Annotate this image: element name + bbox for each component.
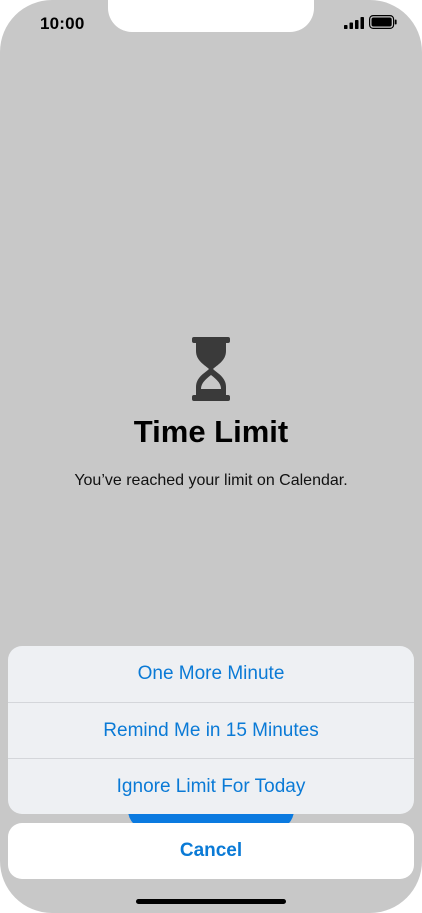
remind-me-in-15-minutes-button[interactable]: Remind Me in 15 Minutes	[8, 702, 414, 758]
battery-icon	[369, 15, 397, 29]
hourglass-icon	[192, 337, 230, 401]
home-indicator[interactable]	[136, 899, 286, 904]
limit-message: You’ve reached your limit on Calendar.	[74, 472, 348, 489]
status-time: 10:00	[40, 14, 85, 33]
action-sheet: One More Minute Remind Me in 15 Minutes …	[8, 646, 414, 814]
page-title: Time Limit	[133, 414, 289, 449]
ignore-limit-for-today-button[interactable]: Ignore Limit For Today	[8, 758, 414, 814]
cancel-button[interactable]: Cancel	[8, 823, 414, 879]
one-more-minute-button[interactable]: One More Minute	[8, 646, 414, 702]
phone-screen: 10:00 Time Limit You’ve reached your lim…	[0, 0, 422, 913]
status-bar: 10:00	[0, 0, 422, 46]
signal-icon	[344, 17, 364, 29]
